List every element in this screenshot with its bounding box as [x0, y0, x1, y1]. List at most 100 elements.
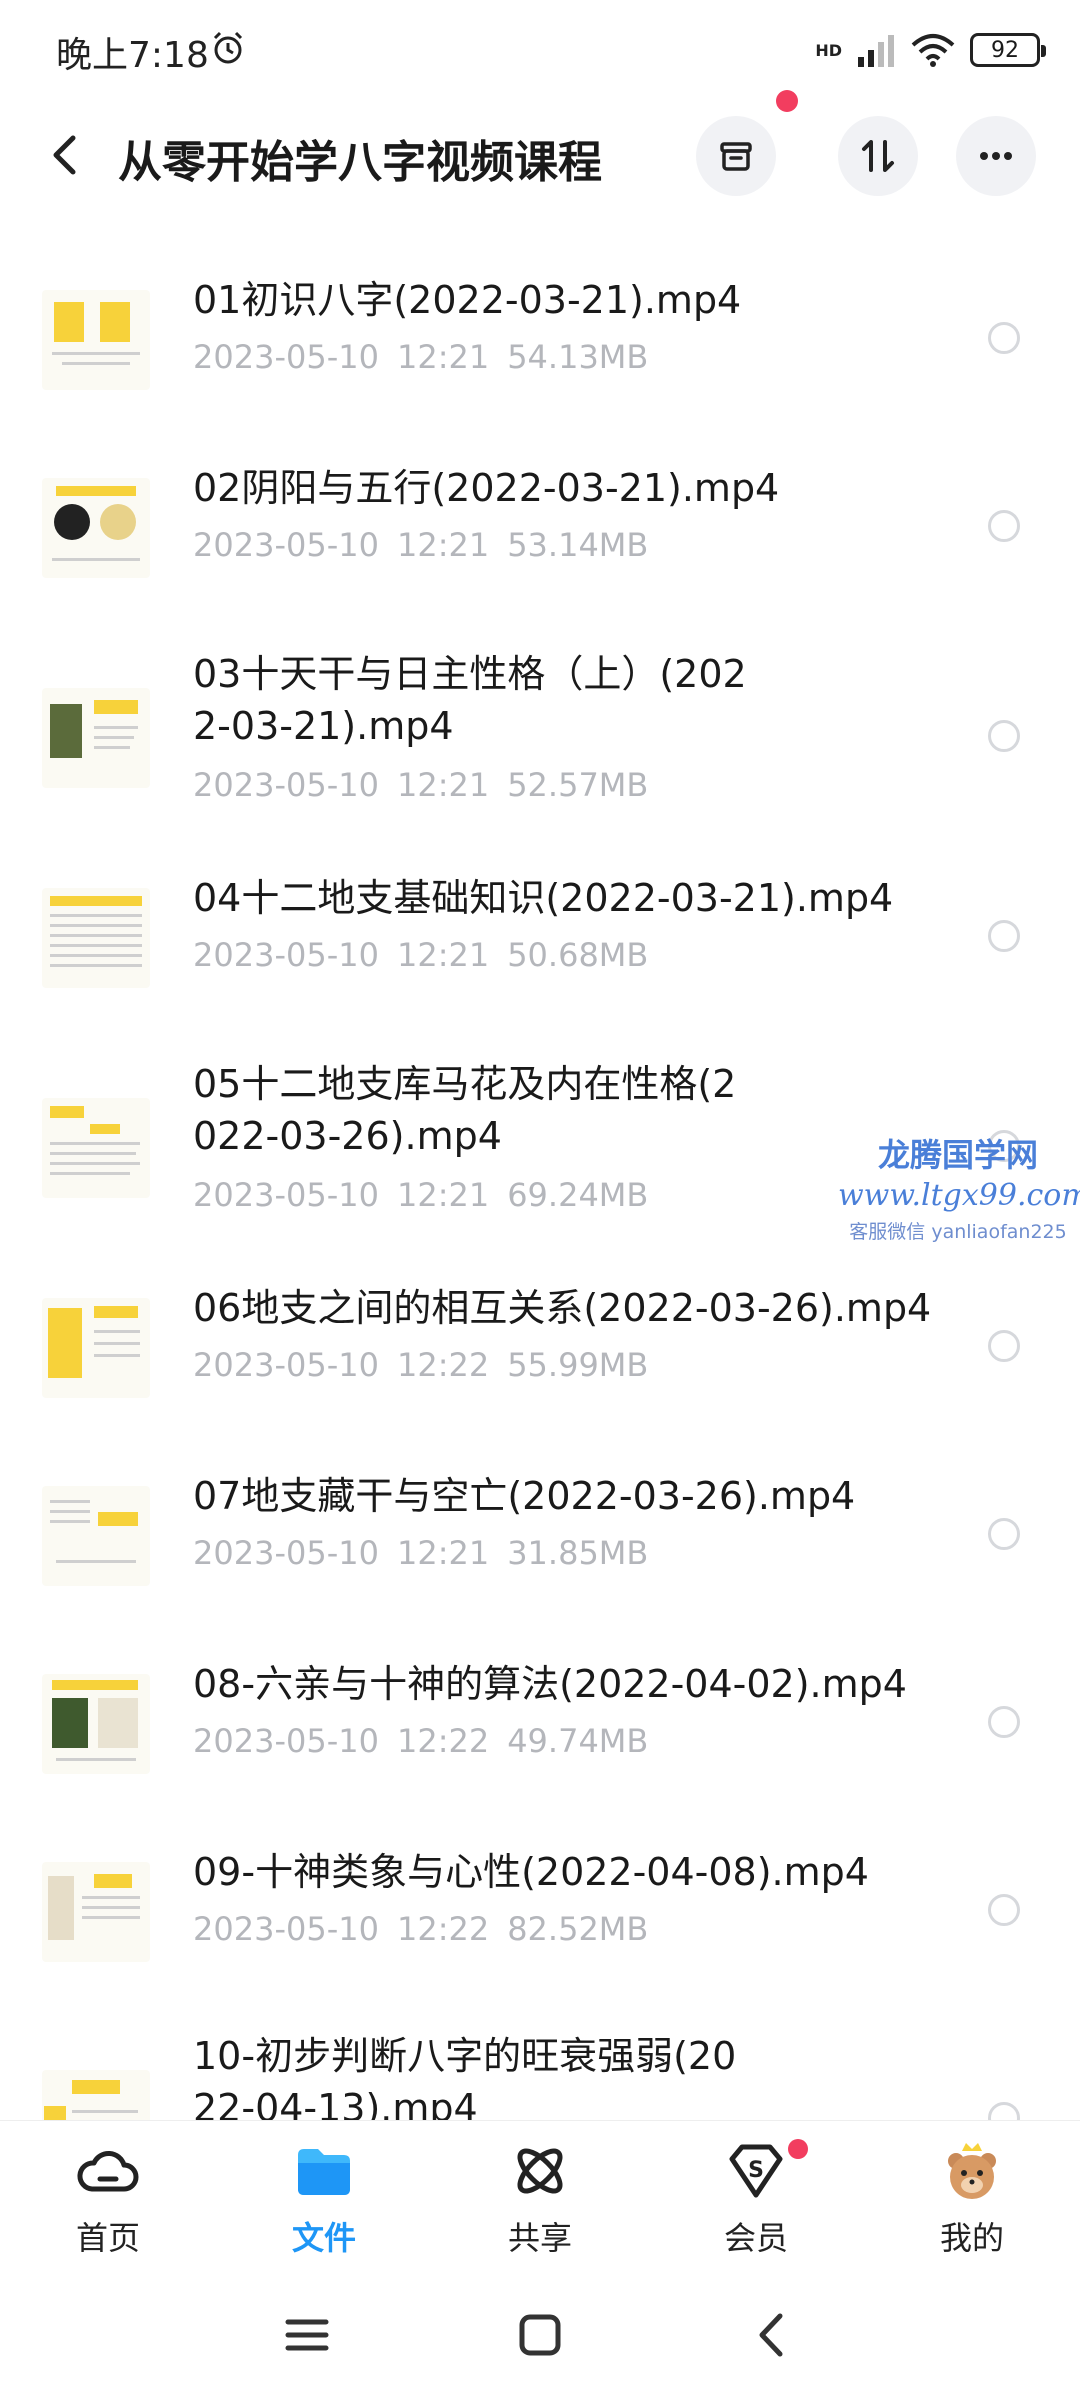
bottom-nav: 首页 文件 共享 S 会员 我的	[0, 2120, 1080, 2270]
watermark-contact: 客服微信 yanliaofan225	[849, 1221, 1067, 1243]
file-size: 49.74MB	[507, 1722, 649, 1760]
file-time: 12:21	[396, 1534, 490, 1572]
file-time: 12:21	[396, 1176, 490, 1214]
file-size: 53.14MB	[507, 526, 649, 564]
file-meta: 2023-05-10 12:21 53.14MB	[193, 526, 666, 564]
watermark-url: www.ltgx99.com	[838, 1178, 1080, 1213]
file-name: 10-初步判断八字的旺衰强弱(2022-04-13).mp4	[193, 2034, 737, 2120]
file-time: 12:22	[396, 1722, 490, 1760]
nav-vip[interactable]: S 会员	[696, 2133, 816, 2263]
nav-me-label: 我的	[939, 2219, 1004, 2257]
file-date: 2023-05-10	[193, 766, 379, 804]
video-thumbnail	[42, 888, 150, 988]
select-radio[interactable]	[988, 920, 1020, 952]
nav-vip-label: 会员	[723, 2219, 788, 2257]
file-row[interactable]: 07地支藏干与空亡(2022-03-26).mp4 2023-05-10 12:2…	[0, 1466, 1080, 1616]
sort-icon	[862, 140, 894, 172]
file-row[interactable]: 02阴阳与五行(2022-03-21).mp4 2023-05-10 12:21 5…	[0, 458, 1080, 608]
file-time: 12:21	[396, 338, 490, 376]
select-radio[interactable]	[988, 1894, 1020, 1926]
file-name: 03十天干与日主性格（上）(2022-03-21).mp4	[193, 652, 747, 748]
system-nav-bar	[0, 2270, 1080, 2400]
video-thumbnail	[42, 2070, 150, 2120]
file-date: 2023-05-10	[193, 1346, 379, 1384]
file-size: 55.99MB	[507, 1346, 649, 1384]
video-thumbnail	[42, 688, 150, 788]
notification-dot	[776, 90, 798, 112]
video-thumbnail	[42, 478, 150, 578]
nav-share-label: 共享	[507, 2219, 572, 2257]
file-row[interactable]: 01初识八字(2022-03-21).mp4 2023-05-10 12:21 54…	[0, 270, 1080, 420]
more-button[interactable]	[956, 116, 1036, 196]
wifi-icon	[911, 34, 955, 67]
sort-button[interactable]	[838, 116, 918, 196]
nav-me[interactable]: 我的	[912, 2133, 1032, 2263]
select-radio[interactable]	[988, 720, 1020, 752]
page-title: 从零开始学八字视频课程	[118, 137, 602, 188]
file-name: 02阴阳与五行(2022-03-21).mp4	[193, 466, 780, 510]
status-bar: 晚上7:18 HD 92	[0, 0, 1080, 100]
file-name: 09-十神类象与心性(2022-04-08).mp4	[193, 1850, 869, 1894]
file-meta: 2023-05-10 12:21 54.13MB	[193, 338, 666, 376]
video-thumbnail	[42, 290, 150, 390]
nav-files-label: 文件	[291, 2219, 356, 2257]
file-meta: 2023-05-10 12:21 69.24MB	[193, 1176, 666, 1214]
file-row[interactable]: 03十天干与日主性格（上）(2022-03-21).mp4 2023-05-10…	[0, 648, 1080, 828]
file-time: 12:21	[396, 526, 490, 564]
select-radio[interactable]	[988, 510, 1020, 542]
home-square-icon[interactable]	[515, 2310, 565, 2360]
nav-home-label: 首页	[75, 2219, 140, 2257]
file-row[interactable]: 10-初步判断八字的旺衰强弱(2022-04-13).mp4	[0, 2030, 1080, 2120]
file-meta: 2023-05-10 12:22 55.99MB	[193, 1346, 666, 1384]
select-radio[interactable]	[988, 1518, 1020, 1550]
file-row[interactable]: 09-十神类象与心性(2022-04-08).mp4 2023-05-10 12:…	[0, 1842, 1080, 1992]
file-date: 2023-05-10	[193, 526, 379, 564]
archive-button[interactable]	[696, 116, 776, 196]
file-name: 05十二地支库马花及内在性格(2022-03-26).mp4	[193, 1062, 737, 1158]
video-thumbnail	[42, 1674, 150, 1774]
battery-level: 92	[991, 37, 1019, 63]
file-size: 31.85MB	[507, 1534, 649, 1572]
signal-icon	[858, 35, 894, 67]
file-meta: 2023-05-10 12:22 82.52MB	[193, 1910, 666, 1948]
video-thumbnail	[42, 1098, 150, 1198]
svg-text:S: S	[748, 2158, 764, 2183]
watermark-title: 龙腾国学网	[877, 1136, 1038, 1174]
nav-home[interactable]: 首页	[48, 2133, 168, 2263]
file-row[interactable]: 04十二地支基础知识(2022-03-21).mp4 2023-05-10 12:…	[0, 868, 1080, 1018]
file-meta: 2023-05-10 12:21 31.85MB	[193, 1534, 666, 1572]
select-radio[interactable]	[988, 1706, 1020, 1738]
file-time: 12:21	[396, 766, 490, 804]
file-size: 52.57MB	[507, 766, 649, 804]
select-radio[interactable]	[988, 322, 1020, 354]
nav-files[interactable]: 文件	[264, 2133, 384, 2263]
system-back-icon[interactable]	[748, 2310, 798, 2360]
file-time: 12:22	[396, 1910, 490, 1948]
network-type-label: HD	[815, 40, 842, 60]
file-row[interactable]: 08-六亲与十神的算法(2022-04-02).mp4 2023-05-10 12…	[0, 1654, 1080, 1804]
file-list: 01初识八字(2022-03-21).mp4 2023-05-10 12:21 54…	[0, 230, 1080, 2120]
file-name: 06地支之间的相互关系(2022-03-26).mp4	[193, 1286, 932, 1330]
more-icon	[980, 152, 1012, 160]
select-radio[interactable]	[988, 2102, 1020, 2120]
video-thumbnail	[42, 1862, 150, 1962]
watermark: 龙腾国学网 www.ltgx99.com 客服微信 yanliaofan225	[838, 1130, 1080, 1244]
cloud-home-icon	[77, 2151, 139, 2192]
folder-icon	[298, 2149, 350, 2195]
menu-icon[interactable]	[282, 2310, 332, 2360]
select-radio[interactable]	[988, 1330, 1020, 1362]
battery-icon: 92	[970, 33, 1046, 67]
file-row[interactable]: 06地支之间的相互关系(2022-03-26).mp4 2023-05-10 12…	[0, 1278, 1080, 1428]
file-name: 08-六亲与十神的算法(2022-04-02).mp4	[193, 1662, 907, 1706]
header: 从零开始学八字视频课程	[0, 90, 1080, 210]
file-size: 69.24MB	[507, 1176, 649, 1214]
file-meta: 2023-05-10 12:21 50.68MB	[193, 936, 666, 974]
file-date: 2023-05-10	[193, 936, 379, 974]
file-date: 2023-05-10	[193, 1176, 379, 1214]
status-indicators: HD 92	[815, 30, 1046, 70]
back-icon[interactable]	[42, 130, 92, 180]
file-date: 2023-05-10	[193, 338, 379, 376]
nav-share[interactable]: 共享	[480, 2133, 600, 2263]
file-meta: 2023-05-10 12:21 52.57MB	[193, 766, 666, 804]
video-thumbnail	[42, 1486, 150, 1586]
